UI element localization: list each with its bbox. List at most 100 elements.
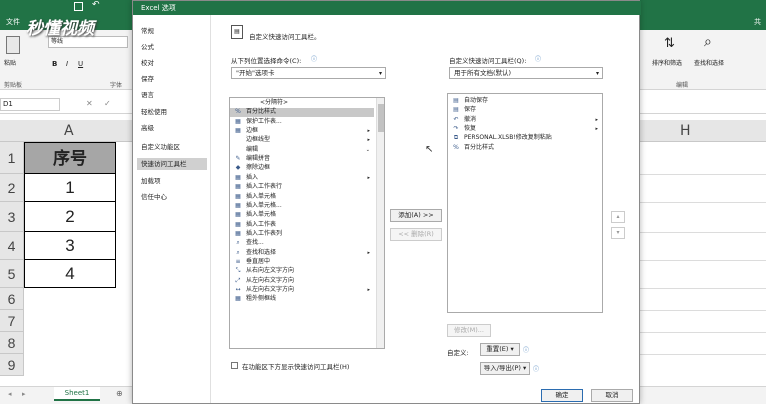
- show-below-checkbox[interactable]: [231, 362, 238, 369]
- remove-button[interactable]: << 删除(R): [390, 228, 442, 241]
- list-item[interactable]: ▦ 边框 ▸: [230, 127, 374, 135]
- list-item[interactable]: ⌕ 查找和选择 ▸: [230, 249, 374, 257]
- list-item[interactable]: ▤ 保存: [448, 106, 602, 114]
- column-header-h[interactable]: H: [680, 123, 691, 139]
- nav-item[interactable]: 语言: [137, 89, 207, 101]
- list-item[interactable]: ▦ 插入工作表列: [230, 230, 374, 238]
- header-cell-serial[interactable]: 序号: [24, 142, 116, 174]
- bold-button[interactable]: B: [52, 60, 57, 68]
- undo-icon[interactable]: ↶: [92, 0, 100, 10]
- row-header[interactable]: 7: [0, 310, 24, 332]
- cancel-button[interactable]: 取消: [591, 389, 633, 402]
- list-item[interactable]: ↷ 恢复 ▸: [448, 125, 602, 133]
- reset-button[interactable]: 重置(E) ▾: [480, 343, 520, 356]
- list-scrollbar[interactable]: [376, 98, 384, 348]
- customize-toolbar-select[interactable]: 用于所有文档(默认) ▾: [449, 67, 603, 79]
- command-label: 查找和选择: [246, 248, 277, 256]
- move-up-icon[interactable]: ▴: [611, 211, 625, 223]
- list-item[interactable]: ⤡ 从右向左文字方向: [230, 267, 374, 275]
- options-nav: 常规公式校对保存语言轻松使用高级自定义功能区 快速访问工具栏 加载项信任中心: [133, 15, 211, 403]
- paste-icon[interactable]: [6, 36, 20, 54]
- row-header[interactable]: 9: [0, 354, 24, 376]
- list-item[interactable]: ◆ 擦除边框: [230, 164, 374, 172]
- row-header[interactable]: 8: [0, 332, 24, 354]
- find-select-label[interactable]: 查找和选择: [694, 58, 724, 67]
- list-item[interactable]: ▦ 插入单元格...: [230, 202, 374, 210]
- column-header-a[interactable]: A: [64, 123, 74, 139]
- list-item[interactable]: ⧉ PERSONAL.XLSB!修改复制粘贴: [448, 134, 602, 142]
- save-icon[interactable]: [74, 2, 83, 11]
- available-commands-list[interactable]: <分隔符>% 百分比样式 ▦ 保护工作表... ▦ 边框 ▸ 边框线型 ▸ 编辑 ⌄ ✎ 编辑拼音 ◆ 擦除…: [229, 97, 385, 349]
- command-label: 编辑: [246, 145, 259, 153]
- list-item[interactable]: ↔ 从左向右文字方向 ▸: [230, 286, 374, 294]
- list-item[interactable]: ▦ 插入工作表: [230, 221, 374, 229]
- row-header[interactable]: 3: [0, 202, 24, 232]
- add-button[interactable]: 添加(A) >>: [390, 209, 442, 222]
- nav-item[interactable]: 校对: [137, 57, 207, 69]
- sort-filter-icon[interactable]: ⇅: [664, 36, 675, 51]
- share-label[interactable]: 共: [754, 17, 761, 27]
- import-export-button[interactable]: 导入/导出(P) ▾: [480, 362, 530, 375]
- quick-access-commands-list[interactable]: ▤ 自动保存 ▤ 保存 ↶ 撤消 ▸ ↷ 恢复 ▸ ⧉ PERSONAL.XLSB!修改复制粘贴 % 百分…: [447, 93, 603, 313]
- next-sheet-icon[interactable]: ▸: [22, 390, 26, 398]
- nav-item[interactable]: 常规: [137, 25, 207, 37]
- modify-button[interactable]: 修改(M)...: [447, 324, 491, 337]
- list-item[interactable]: ▦ 插入单元格: [230, 211, 374, 219]
- list-item[interactable]: 编辑 ⌄: [230, 146, 374, 154]
- list-item[interactable]: ▦ 粗外侧框线: [230, 295, 374, 303]
- row-header[interactable]: 4: [0, 232, 24, 260]
- nav-item[interactable]: 自定义功能区: [137, 141, 207, 153]
- name-box[interactable]: D1: [0, 98, 60, 111]
- nav-item[interactable]: 快速访问工具栏: [137, 158, 207, 170]
- paste-label[interactable]: 粘贴: [4, 58, 16, 67]
- row-header[interactable]: 5: [0, 260, 24, 288]
- row-header[interactable]: 2: [0, 174, 24, 202]
- file-tab[interactable]: 文件: [6, 17, 20, 27]
- list-item[interactable]: ✎ 编辑拼音: [230, 155, 374, 163]
- italic-button[interactable]: I: [66, 60, 68, 68]
- nav-item[interactable]: 信任中心: [137, 191, 207, 203]
- command-label: 插入单元格...: [246, 201, 282, 209]
- list-item[interactable]: % 百分比样式: [448, 144, 602, 152]
- command-label: 从左向右文字方向: [246, 286, 295, 293]
- list-item[interactable]: 边框线型 ▸: [230, 136, 374, 144]
- list-item[interactable]: ⌕ 查找...: [230, 239, 374, 247]
- table-cell[interactable]: 3: [24, 232, 116, 260]
- table-cell[interactable]: 2: [24, 202, 116, 232]
- list-item[interactable]: ▤ 自动保存: [448, 97, 602, 105]
- nav-item[interactable]: 保存: [137, 73, 207, 85]
- excel-options-dialog: Excel 选项 常规 公式 校对 保存 语言 轻松使用 高级 自定义功能区 快速访问工具栏 加载…: [132, 0, 641, 404]
- list-item[interactable]: % 百分比样式: [230, 108, 374, 117]
- ok-button[interactable]: 确定: [541, 389, 583, 402]
- confirm-icon[interactable]: ✓: [104, 99, 111, 108]
- list-item[interactable]: ▦ 插入单元格: [230, 193, 374, 201]
- section-header: 自定义快速访问工具栏。: [249, 33, 321, 41]
- list-item[interactable]: ↶ 撤消 ▸: [448, 116, 602, 124]
- list-item[interactable]: ▦ 插入 ▸: [230, 174, 374, 182]
- table-cell[interactable]: 1: [24, 174, 116, 202]
- list-item[interactable]: ⤢ 从左向右文字方向: [230, 277, 374, 285]
- choose-commands-select[interactable]: "开始"选项卡 ▾: [231, 67, 386, 79]
- customize-toolbar-label: 自定义快速访问工具栏(Q):: [449, 57, 527, 65]
- scroll-thumb[interactable]: [378, 104, 384, 132]
- prev-sheet-icon[interactable]: ◂: [8, 390, 12, 398]
- list-item[interactable]: ▦ 插入工作表行: [230, 183, 374, 191]
- row-header[interactable]: 1: [0, 142, 24, 174]
- nav-item[interactable]: 加载项: [137, 175, 207, 187]
- table-cell[interactable]: 4: [24, 260, 116, 288]
- nav-item[interactable]: 高级: [137, 122, 207, 134]
- show-below-label[interactable]: 在功能区下方显示快速访问工具栏(H): [242, 361, 349, 371]
- sort-filter-label[interactable]: 排序和筛选: [652, 58, 682, 67]
- underline-button[interactable]: U: [78, 60, 83, 68]
- row-header[interactable]: 6: [0, 288, 24, 310]
- list-item[interactable]: ▦ 保护工作表...: [230, 118, 374, 126]
- sheet-tab[interactable]: Sheet1: [54, 387, 100, 401]
- cancel-icon[interactable]: ✕: [86, 99, 93, 108]
- list-item[interactable]: <分隔符>: [230, 99, 374, 107]
- nav-item[interactable]: 轻松使用: [137, 106, 207, 118]
- add-sheet-icon[interactable]: ⊕: [116, 389, 123, 398]
- nav-item[interactable]: 公式: [137, 41, 207, 53]
- find-select-icon[interactable]: ⌕: [704, 34, 712, 50]
- move-down-icon[interactable]: ▾: [611, 227, 625, 239]
- list-item[interactable]: ≡ 垂直居中: [230, 258, 374, 266]
